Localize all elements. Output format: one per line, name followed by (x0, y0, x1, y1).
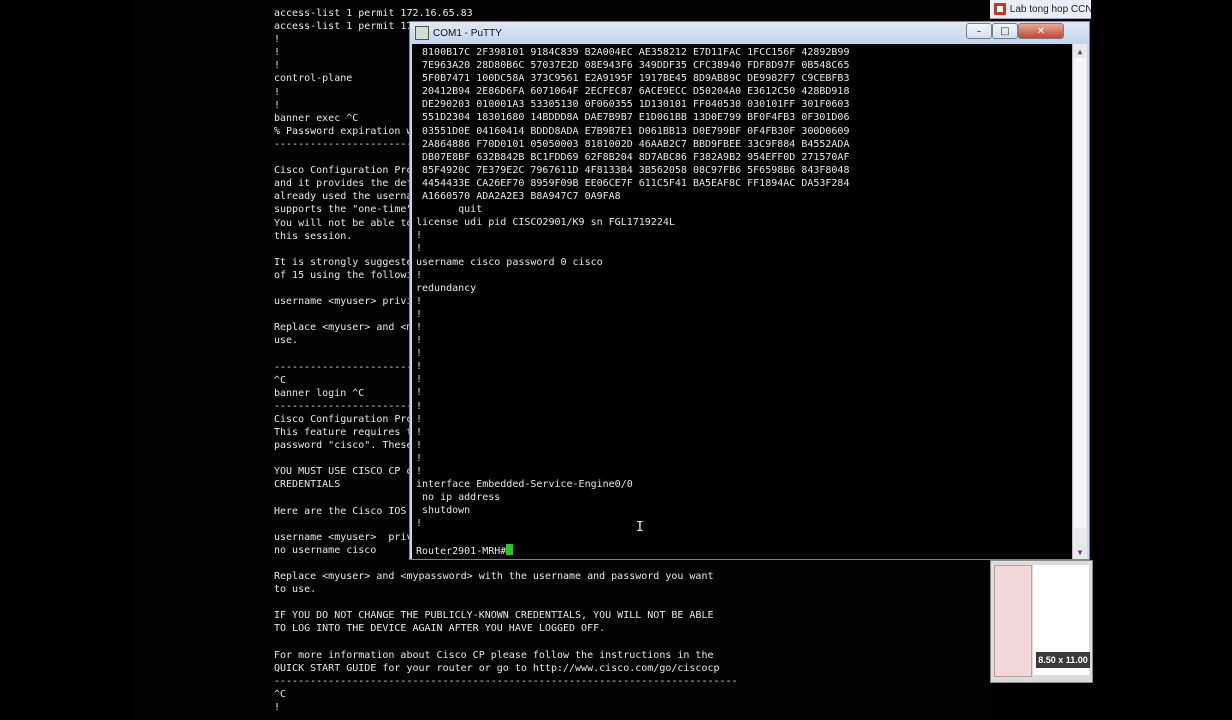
console-line: ! (274, 701, 281, 713)
terminal-line: license udi pid CISCO2901/K9 sn FGL17192… (416, 217, 675, 229)
terminal-line: 8100B17C 2F398101 9184C839 B2A004EC AE35… (416, 47, 850, 58)
terminal-output: 8100B17C 2F398101 9184C839 B2A004EC AE35… (416, 46, 849, 558)
minimize-button[interactable]: – (966, 23, 992, 39)
scroll-thumb[interactable] (1074, 58, 1086, 528)
window-title: COM1 - PuTTY (433, 27, 502, 39)
putty-titlebar[interactable]: COM1 - PuTTY – □ ✕ (410, 22, 1089, 44)
terminal-line: ! (416, 335, 423, 347)
terminal-line: 4454433E CA26EF70 8959F09B EE06CE7F 611C… (416, 177, 850, 189)
page-thumbnail[interactable] (994, 565, 1032, 677)
terminal-line: ! (416, 308, 423, 320)
taskbar-window-lab-tong-hop[interactable]: Lab tong hop CCN (990, 0, 1091, 19)
terminal-cursor (506, 543, 514, 555)
terminal-line: 7E963A20 28D80B6C 57037E2D 08E943F6 349D… (416, 60, 850, 72)
terminal-line: 20412B94 2E86D6FA 6071064F 2ECFEC87 6ACE… (416, 86, 850, 98)
terminal-line: ! (416, 452, 423, 464)
terminal-line: ! (416, 321, 423, 333)
terminal-line: ! (416, 387, 423, 399)
terminal-line: A1660570 ADA2A2E3 B8A947C7 0A9FA8 (416, 191, 621, 203)
terminal-line: 2A864886 F70D0101 05050003 8181002D 46AA… (416, 138, 850, 150)
terminal-line: redundancy (416, 282, 477, 294)
terminal-line: DB07E8BF 632B842B BC1FDD69 62F8B204 8D7A… (416, 151, 850, 163)
terminal-line: username cisco password 0 cisco (416, 256, 603, 268)
terminal-line: 03551D0E 04160414 BDDD8ADA E7B9B7E1 D061… (416, 125, 850, 137)
console-line: ^C (274, 688, 287, 700)
putty-icon[interactable] (415, 26, 429, 40)
scroll-down-icon[interactable]: ▼ (1073, 545, 1087, 559)
terminal-line: interface Embedded-Service-Engine0/0 (416, 479, 633, 491)
terminal-line: ! (416, 243, 423, 255)
maximize-button[interactable]: □ (992, 23, 1018, 39)
terminal-line: ! (416, 348, 423, 360)
terminal-line: 5F0B7471 100DC58A 373C9561 E2A9195F 1917… (416, 73, 850, 85)
close-button[interactable]: ✕ (1018, 23, 1064, 39)
terminal-line: ! (416, 466, 423, 477)
window-label: Lab tong hop CCN (1009, 3, 1091, 15)
terminal-line: ! (416, 295, 423, 307)
terminal-line: ! (416, 413, 423, 425)
terminal-line: ! (416, 426, 423, 438)
terminal-line: ! (416, 374, 423, 386)
terminal-line: no ip address (416, 492, 501, 504)
pdf-icon (994, 3, 1006, 15)
terminal-line: quit (416, 204, 483, 216)
terminal-line: ! (416, 361, 423, 373)
scroll-up-icon[interactable]: ▲ (1073, 44, 1087, 58)
text-cursor-icon: I (636, 520, 644, 535)
terminal-line: DE290203 010001A3 53305130 0F060355 1D13… (416, 99, 850, 111)
command-prompt: Router2901-MRH# (416, 543, 849, 558)
terminal-line: 551D2304 18301680 14BDDD8A DAE7B9B7 E1D0… (416, 112, 850, 124)
terminal-line: ! (416, 230, 423, 242)
terminal-area[interactable]: 8100B17C 2F398101 9184C839 B2A004EC AE35… (412, 44, 1072, 559)
vertical-scrollbar[interactable]: ▲ ▼ (1072, 44, 1087, 559)
terminal-line: ! (416, 518, 423, 530)
terminal-line: shutdown (416, 505, 471, 517)
putty-window[interactable]: COM1 - PuTTY – □ ✕ 8100B17C 2F398101 918… (409, 21, 1090, 560)
page-size-badge: 8.50 x 11.00 (1036, 652, 1090, 668)
terminal-line: 85F4920C 7E379E2C 7967611D 4F8133B4 3B56… (416, 164, 850, 176)
terminal-line: ! (416, 400, 423, 412)
terminal-line: ! (416, 439, 423, 451)
terminal-line: ! (416, 269, 423, 281)
